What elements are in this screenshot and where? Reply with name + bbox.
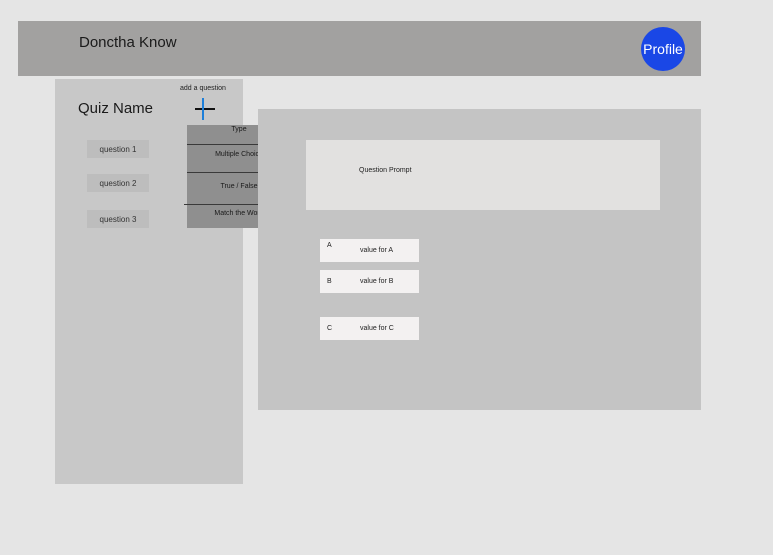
plus-icon — [195, 108, 215, 110]
plus-icon-vertical — [202, 98, 204, 120]
sidebar-item-question-3[interactable]: question 3 — [87, 210, 149, 228]
add-question-button[interactable] — [189, 96, 221, 122]
profile-button[interactable]: Profile — [641, 27, 685, 71]
question-prompt-field[interactable]: Question Prompt — [306, 140, 660, 210]
answer-option-a[interactable]: A value for A — [320, 239, 419, 262]
answer-letter-b: B — [327, 278, 332, 285]
answer-option-c[interactable]: C value for C — [320, 317, 419, 340]
add-question-label: add a question — [180, 85, 226, 92]
question-prompt-text: Question Prompt — [359, 167, 412, 174]
answer-letter-c: C — [327, 325, 333, 332]
quiz-name[interactable]: Quiz Name — [78, 100, 153, 117]
answer-value-b: value for B — [360, 278, 394, 285]
answer-value-a: value for A — [360, 247, 394, 254]
answer-value-c: value for C — [360, 325, 394, 332]
answer-letter-a: A — [327, 242, 332, 249]
sidebar-item-question-1[interactable]: question 1 — [87, 140, 149, 158]
app-header: Donctha Know Profile — [18, 21, 701, 76]
question-editor-panel: Question Prompt A value for A B value fo… — [258, 109, 701, 410]
answer-option-b[interactable]: B value for B — [320, 270, 419, 293]
app-title: Donctha Know — [79, 34, 177, 51]
sidebar-item-question-2[interactable]: question 2 — [87, 174, 149, 192]
